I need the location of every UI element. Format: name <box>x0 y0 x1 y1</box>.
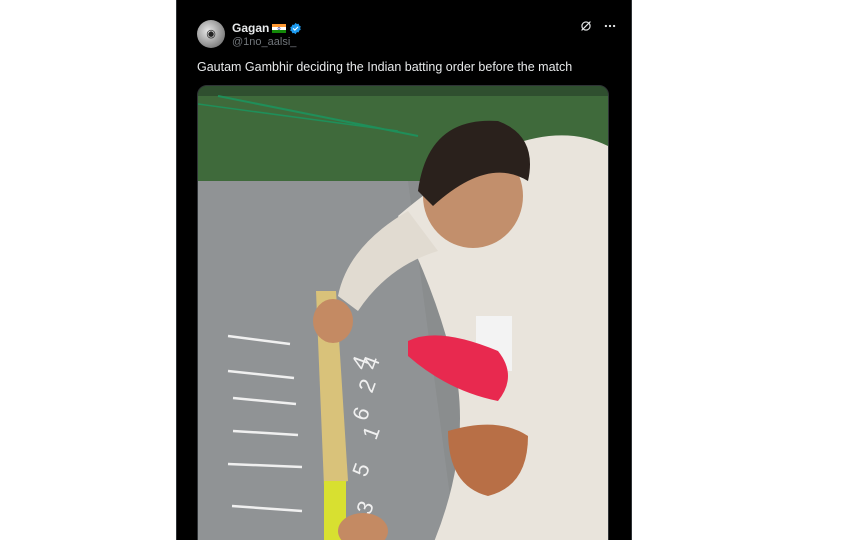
avatar-glyph: ◉ <box>206 28 216 40</box>
net-top <box>198 86 608 96</box>
tweet-actions-top <box>579 19 617 33</box>
tweet-photo[interactable]: 4 4 2 6 1 5 3 <box>197 85 609 540</box>
verified-badge-icon <box>290 22 302 34</box>
more-options-icon[interactable] <box>603 19 617 33</box>
author-name[interactable]: Gagan <box>232 21 269 35</box>
grok-icon[interactable] <box>579 19 593 33</box>
avatar[interactable]: ◉ <box>197 20 225 48</box>
author-handle[interactable]: @1no_aalsi_ <box>232 36 296 48</box>
tweet-card[interactable]: ◉ Gagan @1no_aalsi_ Gautam Gambhir decid… <box>176 0 632 540</box>
photo-scene: 4 4 2 6 1 5 3 <box>198 86 608 540</box>
hand <box>313 299 353 343</box>
author-row: Gagan <box>232 20 302 36</box>
india-flag-icon <box>272 23 287 33</box>
tweet-text: Gautam Gambhir deciding the Indian batti… <box>197 60 573 74</box>
